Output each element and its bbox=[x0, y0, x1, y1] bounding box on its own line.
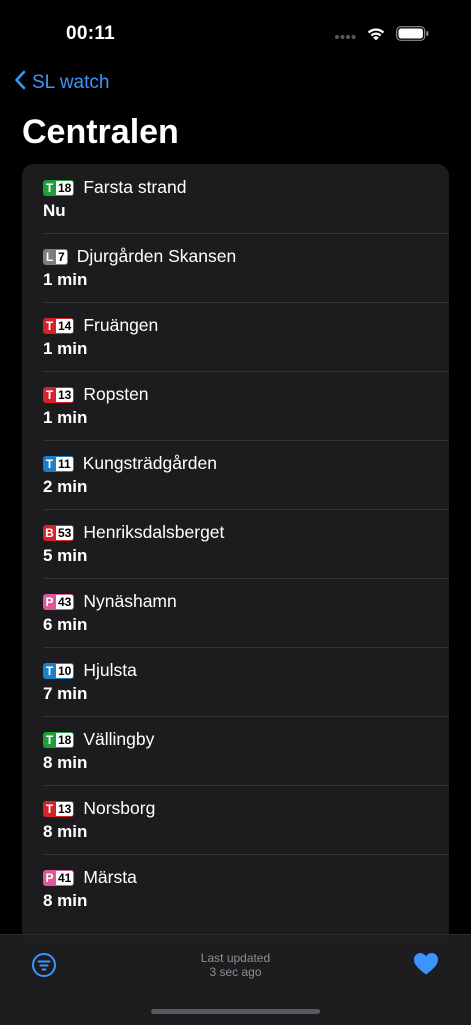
departure-row[interactable]: B 53 Henriksdalsberget 5 min bbox=[22, 509, 449, 578]
line-badge: T 13 bbox=[43, 800, 75, 817]
departure-header: B 53 Henriksdalsberget bbox=[43, 522, 224, 543]
line-badge: T 18 bbox=[43, 731, 75, 748]
page-title: Centralen bbox=[22, 113, 179, 151]
line-number: 7 bbox=[56, 249, 67, 264]
line-mode: T bbox=[45, 663, 54, 678]
status-time: 00:11 bbox=[66, 23, 116, 44]
last-updated-value: 3 sec ago bbox=[209, 965, 262, 979]
line-mode: T bbox=[45, 801, 54, 816]
line-mode: T bbox=[45, 456, 54, 471]
destination: Fruängen bbox=[83, 315, 159, 335]
status-bar: 00:11 bbox=[0, 0, 471, 60]
line-badge: T 18 bbox=[43, 179, 75, 196]
line-badge: T 14 bbox=[43, 317, 75, 334]
line-number: 10 bbox=[56, 663, 74, 678]
departure-header: T 13 Norsborg bbox=[43, 798, 155, 819]
departure-row[interactable]: T 11 Kungsträdgården 2 min bbox=[22, 440, 449, 509]
departure-time: 8 min bbox=[43, 891, 88, 910]
departure-time: 1 min bbox=[43, 270, 88, 289]
line-mode: B bbox=[45, 525, 54, 540]
destination: Norsborg bbox=[83, 798, 156, 818]
line-badge: L7 bbox=[43, 248, 68, 265]
line-number: 18 bbox=[56, 732, 74, 747]
line-number: 41 bbox=[56, 870, 74, 885]
home-indicator bbox=[151, 1009, 320, 1014]
departure-row[interactable]: T 14 Fruängen 1 min bbox=[22, 302, 449, 371]
line-badge: T 13 bbox=[43, 386, 75, 403]
line-number: 43 bbox=[56, 594, 74, 609]
departure-time: 1 min bbox=[43, 339, 88, 358]
destination: Djurgården Skansen bbox=[76, 246, 237, 266]
heart-icon bbox=[413, 953, 439, 980]
destination: Hjulsta bbox=[83, 660, 137, 680]
line-badge: T 10 bbox=[43, 662, 75, 679]
back-button[interactable]: SL watch bbox=[14, 70, 109, 96]
departure-row[interactable]: L 7 Djurgården Skansen 1 min bbox=[22, 233, 449, 302]
departure-header: L 7 Djurgården Skansen bbox=[43, 246, 236, 267]
status-icons bbox=[334, 26, 429, 46]
departure-time: 5 min bbox=[43, 546, 88, 565]
destination: Farsta strand bbox=[83, 177, 187, 197]
destination: Vällingby bbox=[83, 729, 155, 749]
departure-header: T 11 Kungsträdgården bbox=[43, 453, 217, 474]
destination: Nynäshamn bbox=[83, 591, 177, 611]
departure-row[interactable]: P 41 Märsta 8 min bbox=[22, 854, 449, 923]
back-label: SL watch bbox=[32, 72, 110, 93]
departure-time: Nu bbox=[43, 201, 66, 220]
line-mode: P bbox=[45, 870, 54, 885]
departure-header: T 18 Farsta strand bbox=[43, 177, 186, 198]
departure-header: T 18 Vällingby bbox=[43, 729, 154, 750]
destination: Ropsten bbox=[83, 384, 149, 404]
line-number: 11 bbox=[56, 456, 73, 471]
favorite-button[interactable] bbox=[413, 952, 439, 976]
departure-row[interactable]: P 43 Nynäshamn 6 min bbox=[22, 578, 449, 647]
line-badge: P 43 bbox=[43, 593, 75, 610]
destination: Märsta bbox=[83, 867, 137, 887]
line-badge: P 41 bbox=[43, 869, 75, 886]
line-badge: B 53 bbox=[43, 524, 75, 541]
departure-header: P 41 Märsta bbox=[43, 867, 137, 888]
departure-list: T 18 Farsta strand Nu L 7 Djurgården Skansen 1 … bbox=[22, 164, 449, 944]
battery-icon bbox=[396, 26, 429, 46]
line-mode: L bbox=[45, 249, 54, 264]
line-number: 18 bbox=[56, 180, 74, 195]
line-badge: T 11 bbox=[43, 455, 74, 472]
departure-time: 6 min bbox=[43, 615, 88, 634]
departure-header: T 13 Ropsten bbox=[43, 384, 149, 405]
departure-row[interactable]: T 13 Ropsten 1 min bbox=[22, 371, 449, 440]
line-number: 13 bbox=[56, 387, 74, 402]
last-updated-label: Last updated bbox=[200, 951, 271, 965]
destination: Henriksdalsberget bbox=[83, 522, 225, 542]
departure-row[interactable]: T 18 Farsta strand Nu bbox=[22, 164, 449, 233]
line-number: 53 bbox=[56, 525, 74, 540]
departure-time: 8 min bbox=[43, 822, 88, 841]
departure-row[interactable]: T 18 Vällingby 8 min bbox=[22, 716, 449, 785]
line-number: 14 bbox=[56, 318, 74, 333]
line-mode: P bbox=[45, 594, 54, 609]
line-mode: T bbox=[45, 318, 54, 333]
departure-row[interactable]: T 10 Hjulsta 7 min bbox=[22, 647, 449, 716]
departure-header: T 10 Hjulsta bbox=[43, 660, 137, 681]
departure-time: 7 min bbox=[43, 684, 88, 703]
departure-header: P 43 Nynäshamn bbox=[43, 591, 177, 612]
signal-icon bbox=[334, 27, 356, 45]
departure-time: 8 min bbox=[43, 753, 88, 772]
line-mode: T bbox=[45, 180, 54, 195]
line-number: 13 bbox=[56, 801, 74, 816]
wifi-icon bbox=[366, 26, 386, 46]
departure-time: 1 min bbox=[43, 408, 88, 427]
line-mode: T bbox=[45, 732, 54, 747]
departure-time: 2 min bbox=[43, 477, 88, 496]
destination: Kungsträdgården bbox=[82, 453, 217, 473]
departure-header: T 14 Fruängen bbox=[43, 315, 158, 336]
departure-row[interactable]: T 13 Norsborg 8 min bbox=[22, 785, 449, 854]
line-mode: T bbox=[45, 387, 54, 402]
chevron-left-icon bbox=[14, 70, 26, 96]
